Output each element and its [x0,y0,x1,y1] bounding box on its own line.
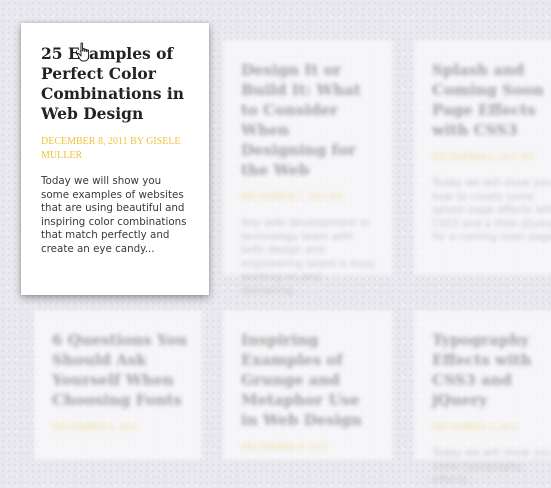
post-excerpt: Today we will show you some typography e… [432,447,551,486]
post-meta: December 3, 2011 [432,422,519,433]
post-excerpt: Today we will show you some examples of … [41,175,187,255]
post-title[interactable]: Inspiring Examples of Grunge and Metapho… [241,330,377,430]
post-title[interactable]: Splash and Coming Soon Page Effects with… [432,60,551,140]
post-card[interactable]: Splash and Coming Soon Page Effects with… [414,40,551,275]
post-title[interactable]: Design It or Build It: What to Consider … [241,60,377,180]
post-meta: December 5, 2011 [52,422,139,433]
post-meta: December 4, 2011 [241,442,328,453]
post-card[interactable]: Inspiring Examples of Grunge and Metapho… [223,310,393,460]
post-title[interactable]: Typography Effects with CSS3 and jQuery [432,330,551,410]
post-card[interactable]: Typography Effects with CSS3 and jQuery … [414,310,551,486]
post-meta: December 7, 2011 by [241,192,344,203]
post-excerpt: Today we will show you how to create som… [432,177,551,243]
post-excerpt: Any web development or technology team w… [241,217,376,297]
post-meta: December 6, 2011 by [432,152,535,163]
post-card-featured[interactable]: 25 Examples of Perfect Color Combination… [21,23,209,295]
hand-cursor-icon [76,42,90,62]
post-title[interactable]: 25 Examples of Perfect Color Combination… [41,44,189,124]
post-meta: December 8, 2011 by Gisele Muller [41,136,181,161]
post-title[interactable]: 6 Questions You Should Ask Yourself When… [52,330,188,410]
post-card[interactable]: 6 Questions You Should Ask Yourself When… [34,310,202,460]
post-card[interactable]: Design It or Build It: What to Consider … [223,40,393,297]
